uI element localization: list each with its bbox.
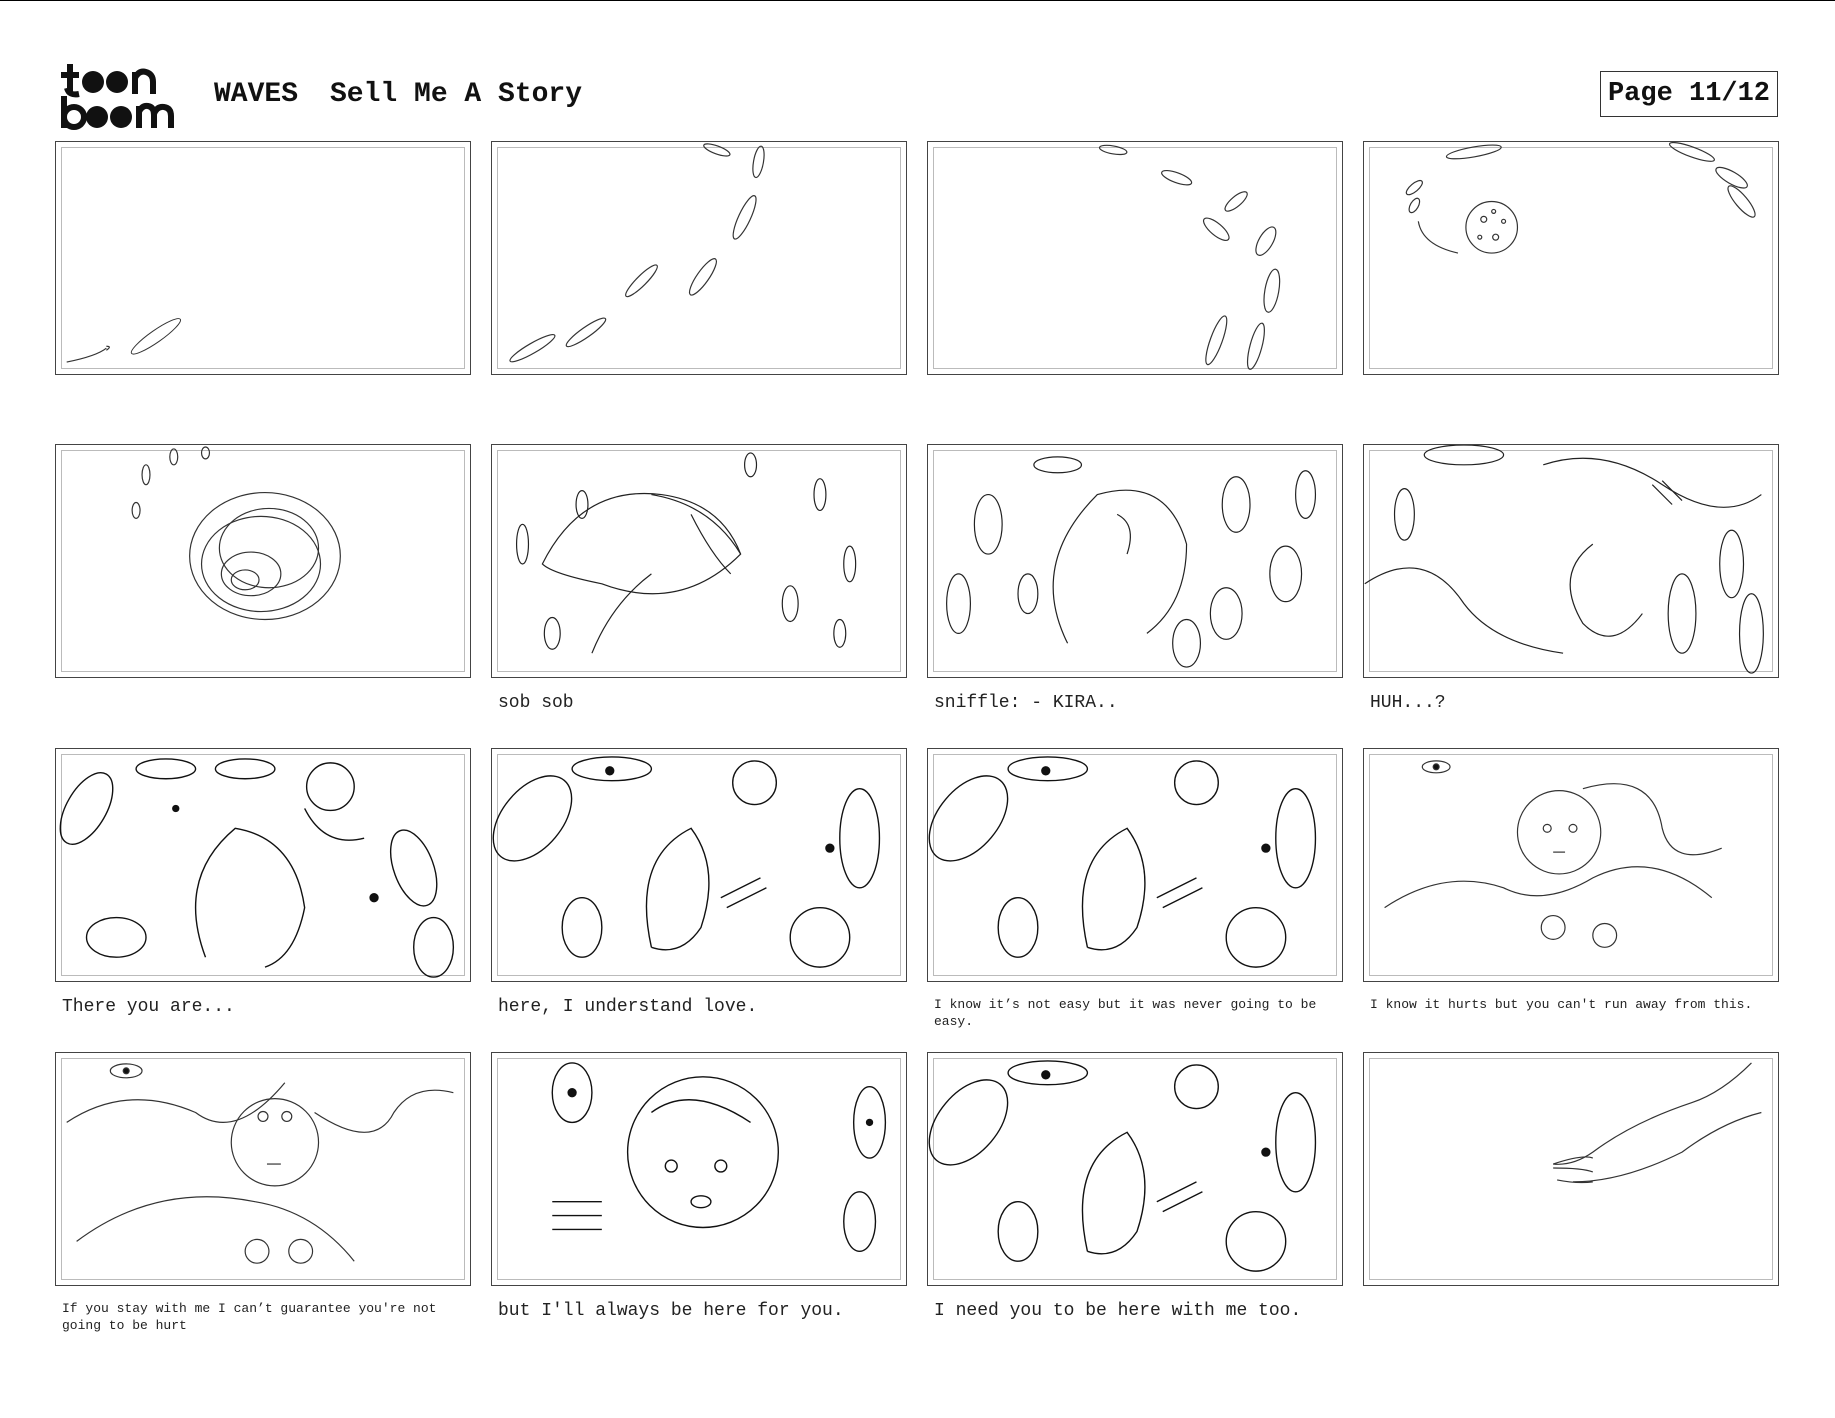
storyboard-panel [491, 1052, 907, 1286]
panel-sketch [1552, 1062, 1762, 1184]
storyboard-panel [927, 141, 1343, 375]
panel-sketch [66, 318, 182, 363]
storyboard-panel [1363, 748, 1779, 982]
panel-sketch [1364, 445, 1764, 674]
storyboard-panel [1363, 1052, 1779, 1286]
storyboard-panel [1363, 444, 1779, 678]
panel-sketch [551, 1062, 887, 1252]
project-title: WAVES [214, 79, 299, 110]
storyboard-panel [927, 1052, 1343, 1286]
panel-sketch [509, 143, 765, 363]
toonboom-logo [61, 64, 174, 130]
storyboard-panel [491, 141, 907, 375]
panel-caption: I need you to be here with me too. [934, 1301, 1302, 1321]
storyboard-panel [491, 444, 907, 678]
panel-caption: sob sob [498, 693, 574, 713]
panel-sketch [515, 452, 857, 654]
panel-sketch [1098, 144, 1281, 370]
panel-sketch [131, 446, 341, 621]
panel-caption: here, I understand love. [498, 997, 758, 1017]
panel-caption: but I'll always be here for you. [498, 1301, 844, 1321]
storyboard-panel [927, 444, 1343, 678]
panel-sketch [928, 1060, 1317, 1272]
storyboard-panel [55, 141, 471, 375]
storyboard-panel [927, 748, 1343, 982]
panel-caption: HUH...? [1370, 693, 1446, 713]
page-indicator: Page 11/12 [1600, 71, 1778, 117]
panel-caption: If you stay with me I can’t guarantee yo… [62, 1301, 437, 1333]
panel-sketch [59, 758, 455, 978]
panel-caption: I know it hurts but you can't run away f… [1370, 997, 1753, 1012]
section-title: Sell Me A Story [330, 79, 583, 110]
storyboard-panel [491, 748, 907, 982]
panel-sketch [1405, 142, 1756, 254]
panel-sketch [946, 456, 1317, 668]
storyboard-panel [55, 748, 471, 982]
panel-sketch [1384, 760, 1722, 948]
panel-sketch [66, 1063, 454, 1264]
panel-caption: sniffle: - KIRA.. [934, 693, 1118, 713]
panel-caption: I know it’s not easy but it was never go… [934, 997, 1317, 1029]
panel-sketch [492, 756, 881, 968]
storyboard-panel [1363, 141, 1779, 375]
storyboard-panel [55, 1052, 471, 1286]
panel-sketch [928, 756, 1317, 968]
top-rule [0, 0, 1835, 1]
storyboard-panel [55, 444, 471, 678]
panel-caption: There you are... [62, 997, 235, 1017]
